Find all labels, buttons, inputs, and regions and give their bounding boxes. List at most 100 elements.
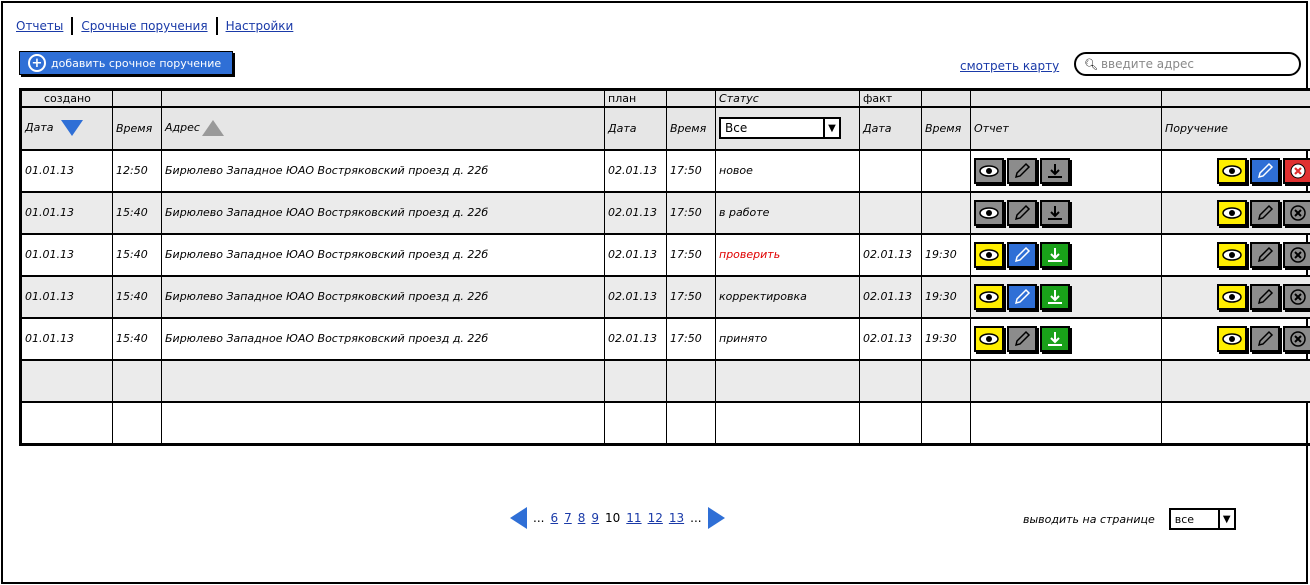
cell-plan-date: 02.01.13 [604,232,667,276]
view-map-link[interactable]: смотреть карту [960,59,1059,73]
col-address-label: Адрес [165,121,200,134]
cell-fact-date [859,148,922,192]
edit-order-pencil-icon[interactable] [1250,199,1280,226]
cell-fact-time [921,148,971,192]
cell-address: Бирюлево Западное ЮАО Востряковский прое… [161,190,605,234]
cell-time: 15:40 [112,274,162,318]
cancel-order-icon[interactable] [1283,199,1310,226]
download-report-icon[interactable] [1040,241,1070,268]
cell-plan-date: 02.01.13 [604,316,667,360]
nav-reports[interactable]: Отчеты [16,19,63,33]
download-report-icon[interactable] [1040,199,1070,226]
edit-report-pencil-icon[interactable] [1007,325,1037,352]
edit-report-pencil-icon[interactable] [1007,199,1037,226]
empty-table-row [21,400,1310,444]
per-page-control: выводить на странице все ▼ [1023,508,1236,530]
cell-fact-time: 19:30 [921,274,971,318]
dropdown-arrow-icon: ▼ [823,119,839,137]
col-address[interactable]: Адрес [161,105,605,150]
cell-date: 01.01.13 [21,232,113,276]
download-report-icon[interactable] [1040,157,1070,184]
pager-ellipsis-left: ... [533,511,545,525]
cell-plan-date: 02.01.13 [604,190,667,234]
cancel-order-icon[interactable] [1283,157,1310,184]
nav-settings[interactable]: Настройки [226,19,294,33]
col-plan-time: Время [666,105,716,150]
cell-fact-date: 02.01.13 [859,316,922,360]
view-order-eye-icon[interactable] [1217,325,1247,352]
sort-desc-icon[interactable] [61,120,84,136]
table-row: 01.01.13 15:40 Бирюлево Западное ЮАО Вос… [21,316,1310,360]
search-icon: 🔍︎ [1084,57,1098,71]
cell-order-actions [1161,232,1310,276]
view-report-eye-icon[interactable] [974,283,1004,310]
empty-table-row [21,358,1310,402]
cell-report-actions [970,274,1162,318]
sort-asc-icon[interactable] [201,120,224,136]
group-header-row: создано план Статус факт [21,90,1310,107]
page-link[interactable]: 9 [591,511,599,525]
cell-plan-time: 17:50 [666,148,716,192]
cell-date: 01.01.13 [21,316,113,360]
cancel-order-icon[interactable] [1283,325,1310,352]
add-urgent-order-button[interactable]: + добавить срочное поручение [19,51,233,75]
cell-fact-date: 02.01.13 [859,274,922,318]
cell-date: 01.01.13 [21,148,113,192]
cell-order-actions [1161,190,1310,234]
cell-plan-date: 02.01.13 [604,148,667,192]
edit-order-pencil-icon[interactable] [1250,283,1280,310]
cell-report-actions [970,190,1162,234]
dropdown-arrow-icon: ▼ [1217,510,1234,528]
download-report-icon[interactable] [1040,283,1070,310]
prev-page-arrow-icon[interactable] [510,507,527,529]
cell-order-actions [1161,316,1310,360]
per-page-value: все [1174,512,1195,526]
edit-order-pencil-icon[interactable] [1250,241,1280,268]
cell-status: проверить [715,232,860,276]
edit-order-pencil-icon[interactable] [1250,157,1280,184]
view-order-eye-icon[interactable] [1217,241,1247,268]
cell-status: в работе [715,190,860,234]
pager-ellipsis-right: ... [690,511,702,525]
cell-address: Бирюлево Западное ЮАО Востряковский прое… [161,232,605,276]
download-report-icon[interactable] [1040,325,1070,352]
edit-order-pencil-icon[interactable] [1250,325,1280,352]
cell-fact-time: 19:30 [921,316,971,360]
edit-report-pencil-icon[interactable] [1007,157,1037,184]
cell-status: принято [715,316,860,360]
view-report-eye-icon[interactable] [974,157,1004,184]
group-status: Статус [715,90,860,107]
edit-report-pencil-icon[interactable] [1007,283,1037,310]
cell-address: Бирюлево Западное ЮАО Востряковский прое… [161,316,605,360]
view-order-eye-icon[interactable] [1217,157,1247,184]
view-report-eye-icon[interactable] [974,241,1004,268]
cell-fact-time: 19:30 [921,232,971,276]
group-fact: факт [859,90,922,107]
page-link[interactable]: 12 [648,511,663,525]
nav-urgent-orders[interactable]: Срочные поручения [81,19,207,33]
next-page-arrow-icon[interactable] [707,507,725,529]
view-report-eye-icon[interactable] [974,325,1004,352]
view-order-eye-icon[interactable] [1217,283,1247,310]
cell-date: 01.01.13 [21,274,113,318]
col-fact-date: Дата [859,105,922,150]
page-link[interactable]: 7 [564,511,572,525]
cancel-order-icon[interactable] [1283,283,1310,310]
plus-circle-icon: + [28,54,46,72]
page-link[interactable]: 6 [550,511,558,525]
per-page-select[interactable]: все ▼ [1168,508,1236,530]
col-date[interactable]: Дата [21,105,113,150]
page-link[interactable]: 8 [578,511,586,525]
group-created: создано [21,90,113,107]
address-search-input[interactable] [1100,57,1281,71]
cell-fact-date: 02.01.13 [859,232,922,276]
view-report-eye-icon[interactable] [974,199,1004,226]
page-link[interactable]: 13 [669,511,684,525]
status-filter-select[interactable]: Все ▼ [719,117,841,139]
cancel-order-icon[interactable] [1283,241,1310,268]
edit-report-pencil-icon[interactable] [1007,241,1037,268]
page-link[interactable]: 11 [626,511,641,525]
nav-separator [215,17,218,35]
view-order-eye-icon[interactable] [1217,199,1247,226]
group-plan: план [604,90,667,107]
